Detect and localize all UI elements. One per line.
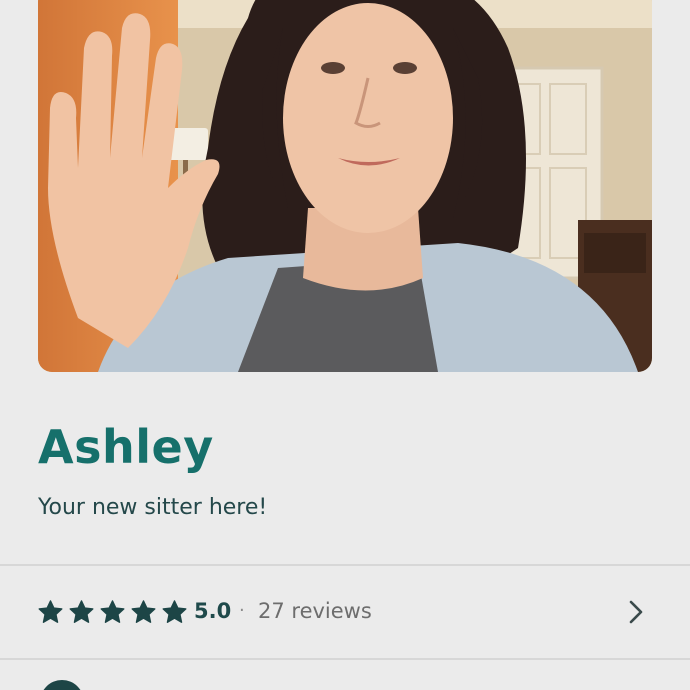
sitter-name: Ashley (38, 420, 214, 474)
review-count: 27 reviews (258, 599, 372, 623)
star-rating (37, 600, 188, 624)
divider (0, 658, 690, 660)
circle-icon (40, 680, 84, 690)
star-icon (100, 600, 125, 623)
star-icon (131, 600, 156, 623)
star-icon (69, 600, 94, 623)
star-icon (38, 600, 63, 623)
chevron-right-icon[interactable] (626, 599, 646, 625)
sitter-tagline: Your new sitter here! (38, 495, 268, 520)
star-icon (162, 600, 187, 623)
rating-value: 5.0 (194, 599, 232, 623)
profile-photo (38, 0, 652, 372)
reviews-row[interactable]: 5.0 · 27 reviews (0, 566, 690, 658)
sitter-profile-screen: Ashley Your new sitter here! 5.0 · 27 re… (0, 0, 690, 690)
rating-separator: · (239, 600, 245, 621)
profile-photo-illustration (38, 0, 652, 372)
